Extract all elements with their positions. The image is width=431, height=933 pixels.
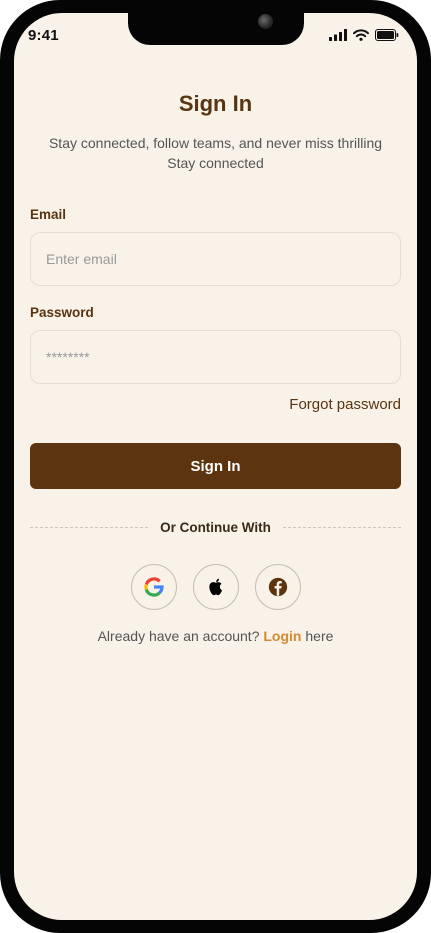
page-title: Sign In <box>178 91 253 116</box>
divider-line-left <box>30 526 149 528</box>
status-time: 9:41 <box>28 27 59 44</box>
divider-label: Or Continue With <box>160 519 271 535</box>
screen: 9:41 Sign In Stay connected, follow team… <box>14 13 417 920</box>
camera-icon <box>258 14 273 29</box>
phone-frame: 9:41 Sign In Stay connected, follow team… <box>0 0 431 933</box>
page-subtitle: Stay connected, follow teams, and never … <box>34 133 397 173</box>
login-link[interactable]: Login <box>263 628 301 644</box>
login-prompt: Already have an account? Login here <box>14 628 417 644</box>
battery-icon <box>375 29 399 41</box>
social-divider: Or Continue With <box>30 517 401 537</box>
password-field[interactable] <box>30 330 401 384</box>
facebook-icon <box>268 577 287 597</box>
login-prompt-prefix: Already have an account? <box>97 628 260 644</box>
login-prompt-suffix: here <box>305 628 334 644</box>
google-icon <box>143 577 164 597</box>
divider-line-right <box>282 526 401 528</box>
facebook-login-button[interactable] <box>254 564 301 610</box>
email-field[interactable] <box>30 232 401 286</box>
google-login-button[interactable] <box>130 564 177 610</box>
apple-icon <box>208 578 222 596</box>
status-icons <box>329 29 399 41</box>
signal-icon <box>329 29 347 41</box>
forgot-password-link[interactable]: Forgot password <box>289 396 401 413</box>
notch <box>128 13 304 45</box>
wifi-icon <box>353 29 369 41</box>
apple-login-button[interactable] <box>192 564 239 610</box>
social-login-row <box>14 564 417 610</box>
subtitle-line-2: Stay connected <box>167 155 264 171</box>
password-label: Password <box>30 305 94 320</box>
sign-in-button[interactable]: Sign In <box>30 443 401 489</box>
subtitle-line-1: Stay connected, follow teams, and never … <box>48 135 383 151</box>
email-label: Email <box>30 207 67 222</box>
